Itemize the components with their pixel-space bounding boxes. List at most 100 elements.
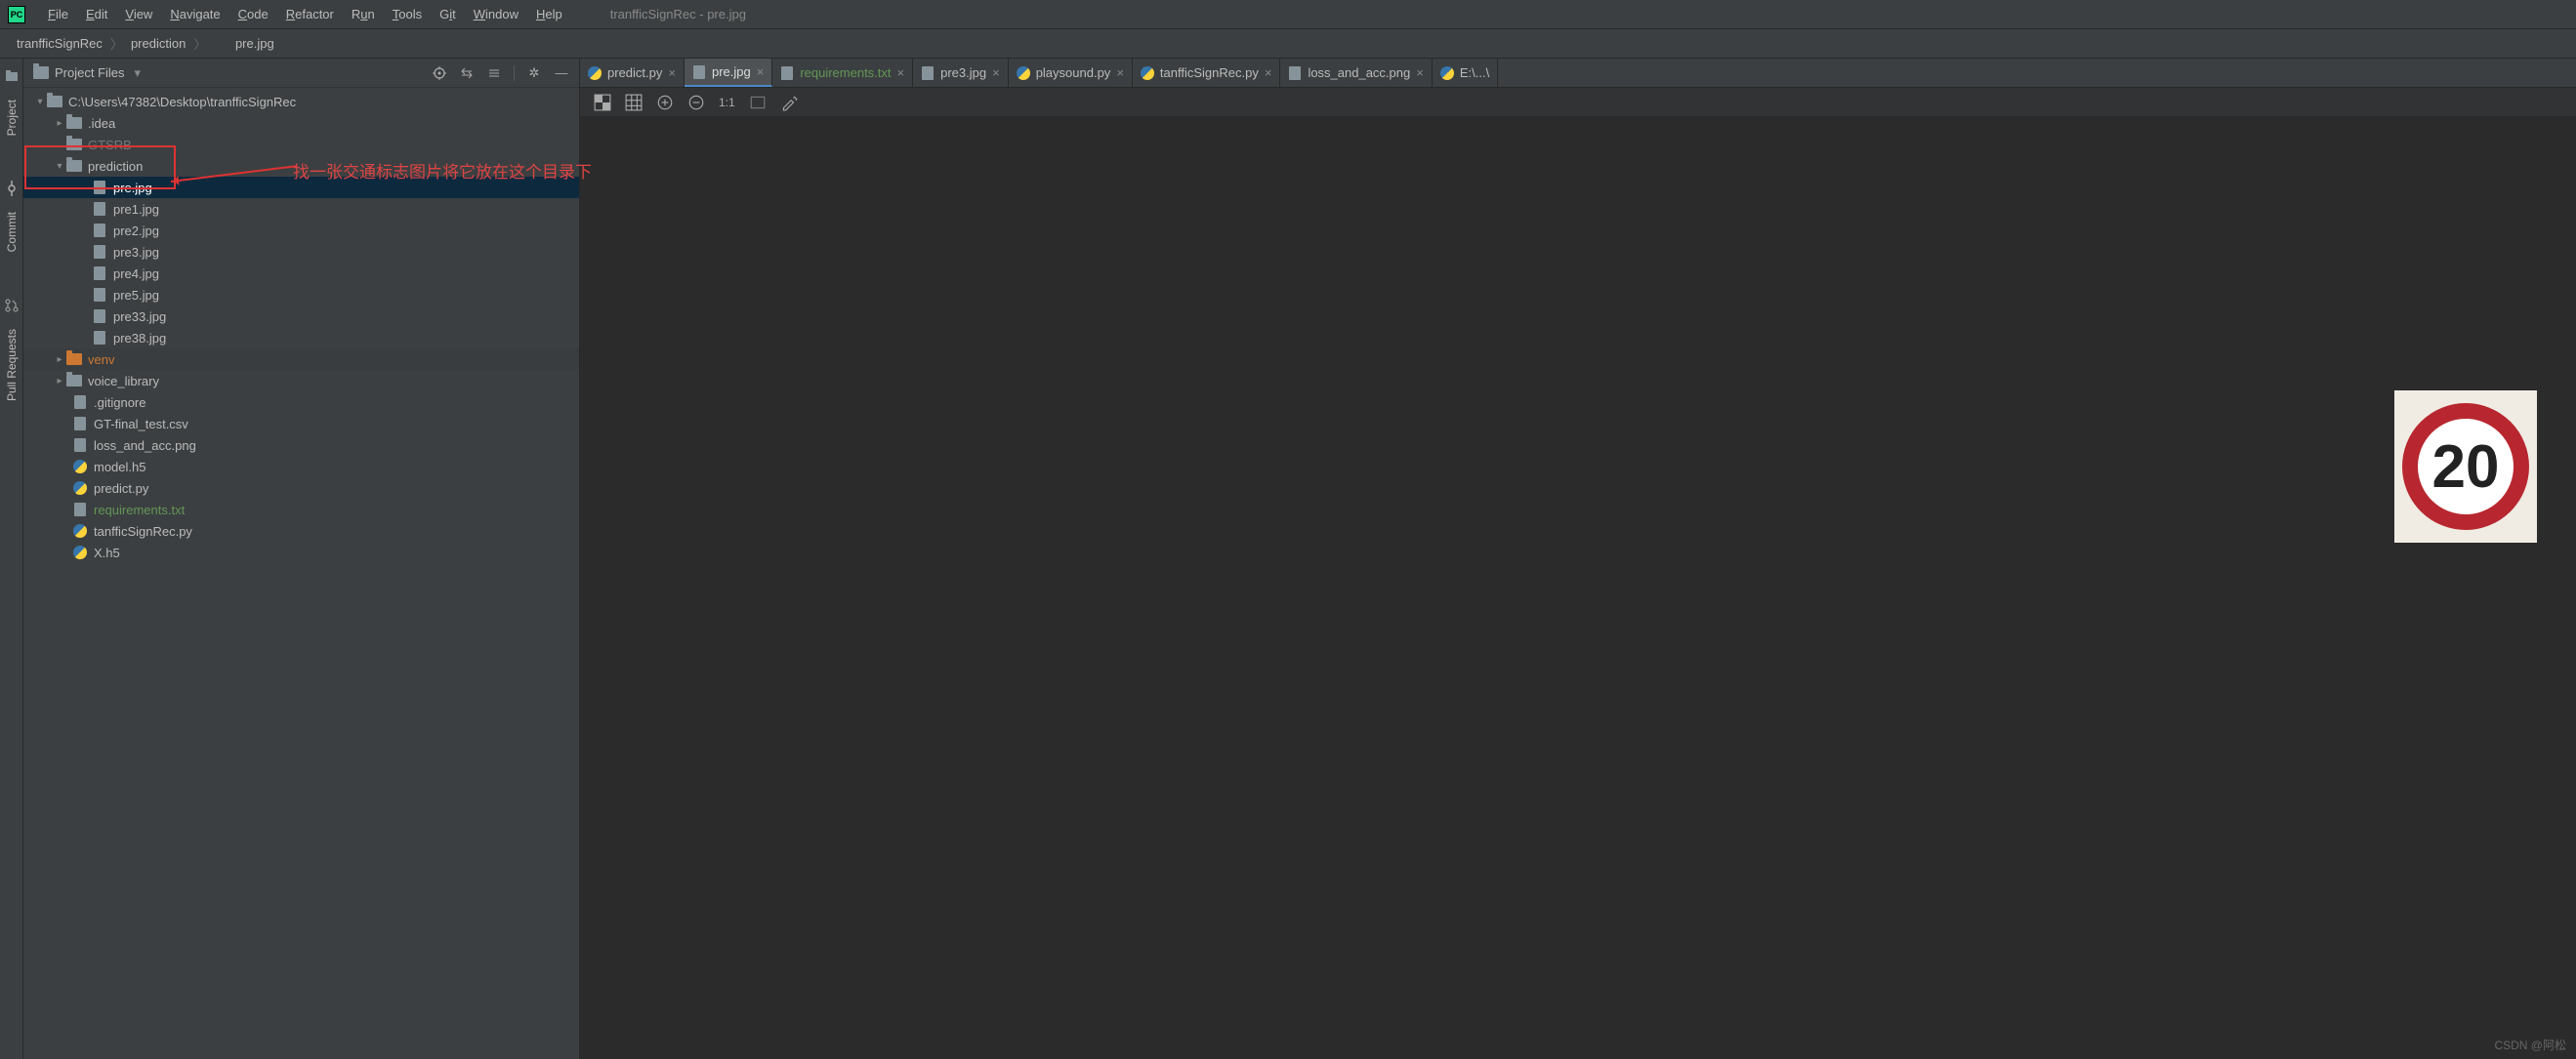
tree-folder-idea[interactable]: ▸.idea [23, 112, 579, 134]
rail-pull-requests[interactable]: Pull Requests [5, 319, 19, 411]
tab-label: E:\...\ [1460, 65, 1489, 80]
editor-tabs: predict.py × pre.jpg × requirements.txt × p… [580, 59, 2576, 88]
checkerboard-icon[interactable] [594, 94, 611, 111]
menu-navigate[interactable]: Navigate [161, 7, 229, 21]
tab-label: playsound.py [1036, 65, 1111, 80]
traffic-sign: 20 [2402, 403, 2529, 530]
tree-label: requirements.txt [94, 503, 185, 517]
tree-file-pre1[interactable]: pre1.jpg [23, 198, 579, 220]
close-icon[interactable]: × [1265, 65, 1272, 80]
tree-folder-prediction[interactable]: ▾prediction [23, 155, 579, 177]
tree-folder-gtsrb[interactable]: GTSRB [23, 134, 579, 155]
close-icon[interactable]: × [1116, 65, 1124, 80]
tree-label: prediction [88, 159, 143, 174]
tree-label: .idea [88, 116, 115, 131]
close-icon[interactable]: × [757, 64, 765, 79]
tab-lossacc[interactable]: loss_and_acc.png× [1280, 59, 1432, 87]
image-icon [921, 66, 935, 80]
breadcrumb: tranfficSignRec 〉 prediction 〉 pre.jpg [0, 29, 2576, 59]
menu-window[interactable]: Window [465, 7, 527, 21]
menu-view[interactable]: View [116, 7, 161, 21]
collapse-all-icon[interactable] [486, 65, 502, 81]
image-canvas[interactable]: 20 [580, 117, 2576, 1059]
menu-refactor[interactable]: Refactor [277, 7, 343, 21]
tree-file-tansign[interactable]: tanfficSignRec.py [23, 520, 579, 542]
tree-file-pre4[interactable]: pre4.jpg [23, 263, 579, 284]
menu-git[interactable]: Git [431, 7, 465, 21]
tree-label: GTSRB [88, 138, 132, 152]
zoom-in-icon[interactable] [656, 94, 674, 111]
tree-file-pre2[interactable]: pre2.jpg [23, 220, 579, 241]
tree-label: X.h5 [94, 546, 120, 560]
menu-code[interactable]: Code [229, 7, 277, 21]
tree-label: pre1.jpg [113, 202, 159, 217]
divider [514, 65, 515, 81]
tree-root[interactable]: ▾C:\Users\47382\Desktop\tranfficSignRec [23, 91, 579, 112]
pull-requests-tool-icon[interactable] [4, 298, 20, 313]
editor-area: predict.py × pre.jpg × requirements.txt × p… [580, 59, 2576, 1059]
tree-label: voice_library [88, 374, 159, 388]
sidebar-title[interactable]: Project Files [55, 65, 125, 80]
tab-label: requirements.txt [800, 65, 891, 80]
project-tool-icon[interactable] [4, 68, 20, 84]
tree-file-pre5[interactable]: pre5.jpg [23, 284, 579, 305]
zoom-ratio[interactable]: 1:1 [719, 94, 735, 111]
close-icon[interactable]: × [668, 65, 676, 80]
tree-file-gitignore[interactable]: .gitignore [23, 391, 579, 413]
zoom-out-icon[interactable] [687, 94, 705, 111]
fit-icon[interactable] [749, 94, 767, 111]
menu-file[interactable]: File [39, 7, 77, 21]
grid-icon[interactable] [625, 94, 643, 111]
expand-all-icon[interactable] [459, 65, 475, 81]
rail-commit[interactable]: Commit [5, 202, 19, 262]
dropdown-caret-icon[interactable]: ▾ [135, 65, 142, 81]
menu-edit[interactable]: Edit [77, 7, 116, 21]
file-tree[interactable]: ▾C:\Users\47382\Desktop\tranfficSignRec … [23, 88, 579, 1059]
tree-file-lossacc[interactable]: loss_and_acc.png [23, 434, 579, 456]
sign-value: 20 [2432, 432, 2500, 502]
locate-icon[interactable] [432, 65, 447, 81]
settings-icon[interactable]: ✲ [526, 65, 542, 81]
tree-label: tanfficSignRec.py [94, 524, 192, 539]
tab-label: tanfficSignRec.py [1160, 65, 1259, 80]
close-icon[interactable]: × [897, 65, 905, 80]
tree-file-pre[interactable]: pre.jpg [23, 177, 579, 198]
tab-predict[interactable]: predict.py × [580, 59, 685, 87]
tab-playsound[interactable]: playsound.py × [1009, 59, 1133, 87]
tree-file-pre33[interactable]: pre33.jpg [23, 305, 579, 327]
crumb-mid[interactable]: prediction [126, 36, 190, 51]
tab-pre3[interactable]: pre3.jpg× [913, 59, 1009, 87]
tab-requirements[interactable]: requirements.txt × [772, 59, 913, 87]
tree-label: venv [88, 352, 114, 367]
tree-label: loss_and_acc.png [94, 438, 196, 453]
tab-label: pre.jpg [712, 64, 751, 79]
tree-folder-voice[interactable]: ▸voice_library [23, 370, 579, 391]
minimize-icon[interactable]: — [554, 65, 569, 81]
menu-help[interactable]: Help [527, 7, 571, 21]
menu-tools[interactable]: Tools [384, 7, 431, 21]
watermark: CSDN @阿松 [2494, 1037, 2566, 1053]
tab-label: predict.py [607, 65, 662, 80]
crumb-leaf[interactable]: pre.jpg [209, 36, 278, 52]
tab-pre[interactable]: pre.jpg × [685, 59, 772, 87]
image-icon [692, 65, 706, 79]
tab-tanffic[interactable]: tanfficSignRec.py × [1133, 59, 1281, 87]
tree-file-modelh5[interactable]: model.h5 [23, 456, 579, 477]
tab-external[interactable]: E:\...\ [1433, 59, 1498, 87]
tree-file-requirements[interactable]: requirements.txt [23, 499, 579, 520]
tree-file-predictpy[interactable]: predict.py [23, 477, 579, 499]
tree-file-xh5[interactable]: X.h5 [23, 542, 579, 563]
crumb-root[interactable]: tranfficSignRec [12, 36, 107, 51]
tree-file-pre3[interactable]: pre3.jpg [23, 241, 579, 263]
tree-file-gtfinal[interactable]: GT-final_test.csv [23, 413, 579, 434]
rail-project[interactable]: Project [5, 90, 19, 145]
app-icon: PC [8, 6, 25, 23]
color-picker-icon[interactable] [780, 94, 798, 111]
commit-tool-icon[interactable] [4, 181, 20, 196]
tree-file-pre38[interactable]: pre38.jpg [23, 327, 579, 348]
menu-run[interactable]: Run [343, 7, 384, 21]
close-icon[interactable]: × [1416, 65, 1424, 80]
python-icon [1440, 66, 1454, 80]
tree-folder-venv[interactable]: ▸venv [23, 348, 579, 370]
close-icon[interactable]: × [992, 65, 1000, 80]
